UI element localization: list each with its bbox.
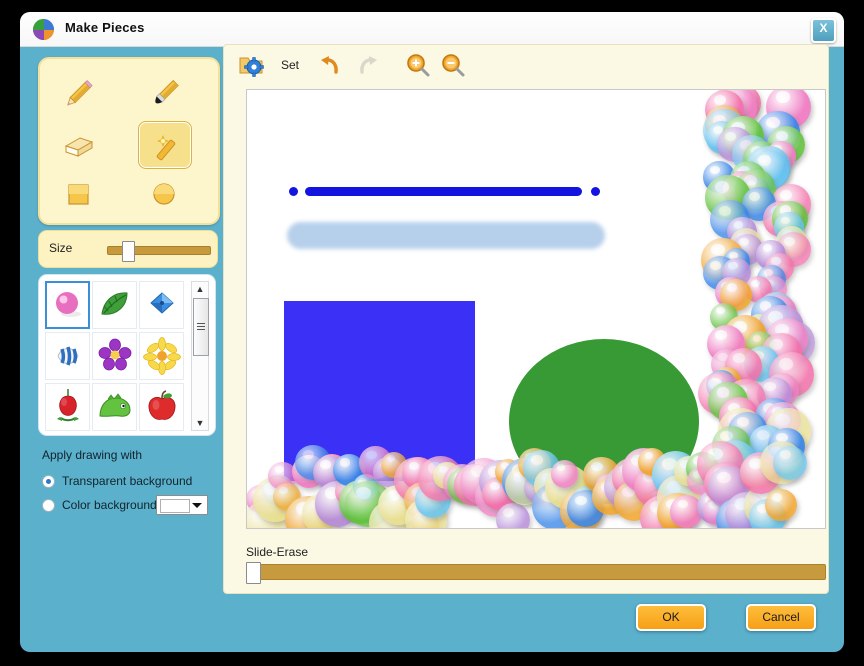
pencil-dot-left: [289, 187, 298, 196]
sticker-grid: [45, 281, 185, 431]
undo-arrow-icon: [316, 56, 344, 83]
balloon-stamp: [550, 460, 579, 488]
sunflower-sticker[interactable]: [139, 332, 184, 380]
redo-arrow-icon: [354, 56, 382, 83]
title-bar: Make Pieces X: [20, 12, 844, 47]
fish-sticker[interactable]: [45, 332, 90, 380]
sticker-scrollbar[interactable]: ▲ ▼: [191, 281, 209, 431]
size-control: Size: [38, 230, 218, 268]
scrollbar-thumb[interactable]: [193, 298, 209, 356]
background-color-dropdown[interactable]: [156, 495, 208, 515]
window-title: Make Pieces: [65, 20, 145, 35]
redo-button[interactable]: [354, 51, 384, 79]
pencil-stroke: [305, 187, 582, 196]
chevron-down-icon: [192, 503, 202, 508]
ok-button[interactable]: OK: [636, 604, 706, 631]
eraser-tool[interactable]: [52, 121, 104, 167]
strawberry-sticker[interactable]: [45, 383, 90, 431]
apply-drawing-options: Apply drawing with Transparent backgroun…: [38, 448, 216, 532]
circle-tool[interactable]: [138, 171, 190, 217]
slide-erase-thumb[interactable]: [246, 562, 261, 584]
bubble-sticker[interactable]: [45, 281, 90, 329]
color-swatch: [160, 499, 190, 513]
set-button[interactable]: Set: [238, 51, 308, 79]
slide-erase-label: Slide-Erase: [246, 545, 309, 559]
dinosaur-sticker[interactable]: [92, 383, 137, 431]
app-logo-icon: [33, 19, 54, 40]
canvas-panel: Set Slide-Erase: [223, 44, 829, 594]
make-pieces-window: Make Pieces X Size ▲ ▼ Apply drawing wit…: [20, 12, 844, 652]
undo-button[interactable]: [316, 51, 346, 79]
apply-drawing-title: Apply drawing with: [42, 448, 143, 462]
canvas-toolbar: Set: [224, 45, 828, 85]
magic-wand-tool[interactable]: [138, 121, 192, 169]
zoom-in-icon: [404, 54, 432, 83]
settings-gear-icon: [238, 57, 266, 83]
size-slider-thumb[interactable]: [122, 241, 135, 262]
slide-erase-slider[interactable]: [246, 562, 826, 584]
balloon-stamp: [764, 488, 797, 521]
close-icon[interactable]: X: [811, 18, 836, 43]
balloon-stamp: [772, 445, 807, 480]
pencil-tool[interactable]: [52, 71, 104, 117]
brush-stroke: [287, 222, 605, 249]
apple-sticker[interactable]: [139, 383, 184, 431]
scroll-down-icon[interactable]: ▼: [192, 416, 208, 430]
sticker-picker: ▲ ▼: [38, 274, 216, 436]
radio-transparent-indicator: [42, 475, 55, 488]
brush-tool[interactable]: [138, 71, 190, 117]
radio-color-label: Color background: [62, 498, 157, 512]
set-label: Set: [281, 58, 300, 72]
cancel-button[interactable]: Cancel: [746, 604, 816, 631]
pencil-dot-right: [591, 187, 600, 196]
scroll-up-icon[interactable]: ▲: [192, 282, 208, 296]
radio-color-indicator: [42, 499, 55, 512]
zoom-out-icon: [439, 54, 467, 83]
zoom-in-button[interactable]: [404, 51, 434, 79]
tool-palette: [38, 57, 220, 225]
pushpin-sticker[interactable]: [139, 281, 184, 329]
square-tool[interactable]: [52, 171, 104, 217]
drawing-canvas[interactable]: [246, 89, 826, 529]
size-label: Size: [49, 241, 73, 255]
balloon-stamp: [495, 503, 530, 528]
size-slider[interactable]: [107, 241, 211, 262]
radio-transparent-label: Transparent background: [62, 474, 193, 488]
zoom-out-button[interactable]: [439, 51, 469, 79]
violet-sticker[interactable]: [92, 332, 137, 380]
leaf-sticker[interactable]: [92, 281, 137, 329]
